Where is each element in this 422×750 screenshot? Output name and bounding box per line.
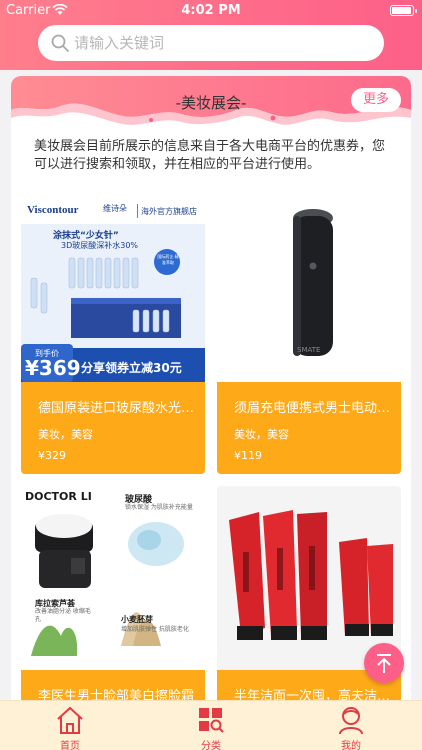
product-image: SMATE	[217, 198, 401, 382]
clock: 4:02 PM	[181, 3, 241, 18]
section-description: 美妆展会目前所展示的信息来自于各大电商平台的优惠券，您可以进行搜索和领取，并在相…	[34, 139, 386, 172]
image-brand: DOCTOR LI	[25, 490, 92, 503]
image-ingredient-1-desc: 锁水保湿 为肌肤补充能量	[125, 504, 193, 511]
product-card[interactable]: Viscontour 维诗朵 海外官方旗舰店 涂抹式“少女针” 3D玻尿酸深补水…	[21, 198, 205, 474]
back-to-top-button[interactable]	[364, 643, 404, 683]
more-button[interactable]: 更多	[351, 88, 401, 112]
image-brand: Viscontour	[27, 204, 79, 216]
tab-mine[interactable]: 我的	[281, 701, 421, 750]
product-name: 德国原装进口玻尿酸水光精华液	[38, 401, 198, 416]
product-price: ¥119	[234, 449, 262, 462]
product-price: ¥329	[38, 449, 66, 462]
image-brand-cn: 维诗朵	[103, 204, 127, 213]
status-bar: Carrier 4:02 PM	[0, 0, 422, 22]
product-image: DOCTOR LI 玻尿酸 锁水保湿 为肌肤补充能量 库拉索芦荟 改善油脂分泌 …	[21, 486, 205, 670]
image-logo: SMATE	[297, 346, 321, 354]
tab-bar: 首页 分类 我的	[0, 700, 422, 750]
product-info: 须眉充电便携式男士电动剃须刀 美妆，美容 ¥119	[217, 382, 401, 474]
product-name: 须眉充电便携式男士电动剃须刀	[234, 401, 394, 416]
image-ingredient-3-desc: 增加肌肤弹性 抗肌肤老化	[121, 626, 189, 633]
home-icon	[57, 706, 83, 734]
tab-home-label: 首页	[60, 741, 80, 750]
header: Carrier 4:02 PM	[0, 0, 422, 70]
tab-mine-label: 我的	[341, 741, 361, 750]
category-icon	[199, 708, 224, 733]
image-badge: 国际药企 精准萃取	[157, 254, 179, 265]
search-input[interactable]	[74, 25, 374, 61]
arrow-up-icon	[377, 654, 391, 673]
tab-category-label: 分类	[201, 741, 221, 750]
product-info: 德国原装进口玻尿酸水光精华液 美妆，美容 ¥329	[21, 382, 205, 474]
tab-category[interactable]: 分类	[141, 701, 281, 750]
search-bar[interactable]	[38, 25, 384, 61]
product-tags: 美妆，美容	[234, 428, 289, 441]
battery-icon	[390, 5, 417, 16]
image-price-value: ¥369	[25, 356, 81, 380]
product-card[interactable]: SMATE 须眉充电便携式男士电动剃须刀 美妆，美容 ¥119	[217, 198, 401, 474]
user-icon	[339, 707, 363, 735]
image-coupon: 分享领券立减30元	[81, 361, 182, 375]
product-image: Viscontour 维诗朵 海外官方旗舰店 涂抹式“少女针” 3D玻尿酸深补水…	[21, 198, 205, 382]
image-ingredient-2-desc: 改善油脂分泌 收缩毛孔	[35, 608, 91, 623]
image-subslogan: 3D玻尿酸深补水30%	[61, 241, 139, 250]
search-icon	[51, 34, 69, 52]
product-tags: 美妆，美容	[38, 428, 93, 441]
image-store: 海外官方旗舰店	[141, 207, 197, 216]
tab-home[interactable]: 首页	[0, 701, 140, 750]
